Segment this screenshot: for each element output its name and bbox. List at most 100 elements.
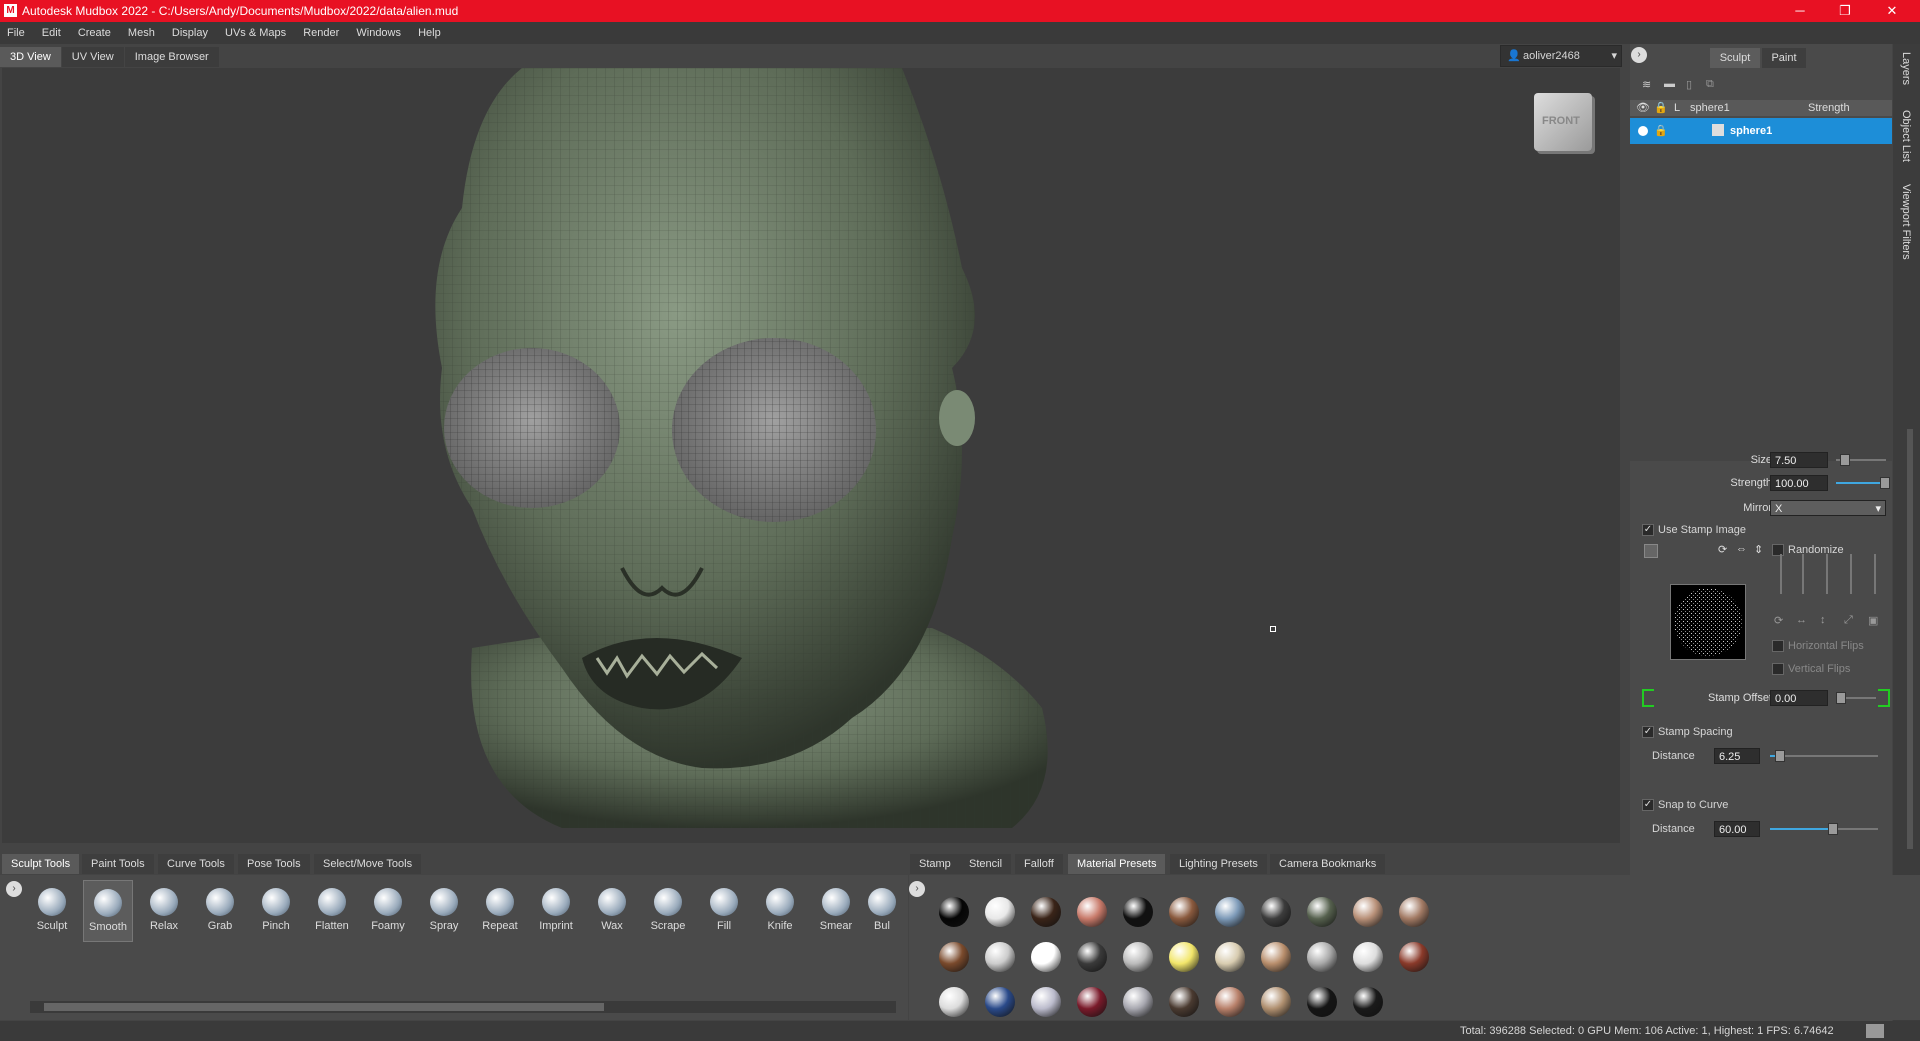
vertical-flips-checkbox[interactable] [1772,663,1784,675]
random-slider-1[interactable] [1780,554,1782,594]
layers-stack-icon[interactable]: ≋ [1642,78,1651,91]
material-swatch[interactable] [1307,942,1337,972]
tool-spray[interactable]: Spray [419,888,469,932]
menu-help[interactable]: Help [411,22,448,44]
strength-slider[interactable] [1836,482,1884,484]
status-toggle-icon[interactable] [1866,1024,1884,1038]
distance-slider-2-knob[interactable] [1828,823,1838,835]
side-tab-layers[interactable]: Layers [1900,52,1912,85]
flip-vertical-icon[interactable]: ⇕ [1754,543,1763,556]
material-swatch[interactable] [1307,987,1337,1017]
material-swatch[interactable] [1169,897,1199,927]
random-slider-4[interactable] [1850,554,1852,594]
tab-uv-view[interactable]: UV View [61,47,124,67]
viewport-3d[interactable]: FRONT [2,68,1620,843]
random-slider-2[interactable] [1802,554,1804,594]
collapse-panel-icon[interactable]: › [1631,47,1647,63]
tool-relax[interactable]: Relax [139,888,189,932]
tab-sculpt-tools[interactable]: Sculpt Tools [2,854,80,874]
tool-wax[interactable]: Wax [587,888,637,932]
flip-horizontal-icon[interactable]: ⇔ [1736,543,1747,555]
material-swatch[interactable] [1261,987,1291,1017]
expand-tray-icon[interactable]: › [6,881,22,897]
material-swatch[interactable] [1353,987,1383,1017]
tab-3d-view[interactable]: 3D View [0,47,61,67]
tab-sculpt[interactable]: Sculpt [1710,48,1760,68]
material-swatch[interactable] [1123,897,1153,927]
material-swatch[interactable] [1261,897,1291,927]
material-swatch[interactable] [1169,942,1199,972]
distance-slider-1-track[interactable] [1778,755,1878,757]
menu-edit[interactable]: Edit [35,22,68,44]
menu-display[interactable]: Display [165,22,215,44]
mirror-dropdown[interactable]: X ▾ [1770,500,1886,516]
close-button[interactable]: ✕ [1872,0,1912,22]
menu-uvs-maps[interactable]: UVs & Maps [218,22,293,44]
menu-mesh[interactable]: Mesh [121,22,162,44]
use-stamp-checkbox[interactable]: ✓ [1642,524,1654,536]
horizontal-flips-checkbox[interactable] [1772,640,1784,652]
lock-icon[interactable]: 🔒 [1654,100,1668,116]
folder-icon[interactable]: ▬ [1664,78,1675,90]
menu-file[interactable]: File [0,22,32,44]
strength-slider-knob[interactable] [1880,477,1890,489]
tab-paint[interactable]: Paint [1762,48,1806,68]
material-swatch[interactable] [939,987,969,1017]
material-swatch[interactable] [1261,942,1291,972]
delete-icon[interactable]: ▯ [1686,78,1692,91]
tab-curve-tools[interactable]: Curve Tools [158,854,234,874]
distance-field-1[interactable]: 6.25 [1714,748,1760,764]
lock-icon[interactable]: 🔒 [1654,118,1668,144]
side-tab-viewport-filters[interactable]: Viewport Filters [1900,184,1912,260]
snap-to-curve-checkbox[interactable]: ✓ [1642,799,1654,811]
material-swatch[interactable] [1215,942,1245,972]
menu-render[interactable]: Render [296,22,346,44]
material-swatch[interactable] [1169,987,1199,1017]
tools-scrollbar[interactable] [30,1001,896,1013]
rotate-icon[interactable]: ⟳ [1718,543,1727,556]
tool-repeat[interactable]: Repeat [475,888,525,932]
material-swatch[interactable] [1399,942,1429,972]
material-swatch[interactable] [1123,942,1153,972]
layer-row-sphere1[interactable]: 🔒 sphere1 [1630,118,1892,144]
tool-bulge[interactable]: Bul [862,888,902,932]
tool-knife[interactable]: Knife [755,888,805,932]
material-swatch[interactable] [1353,942,1383,972]
side-tab-object-list[interactable]: Object List [1900,110,1912,162]
random-slider-5[interactable] [1874,554,1876,594]
tool-foamy[interactable]: Foamy [363,888,413,932]
stamp-image-preview[interactable] [1670,584,1746,660]
view-cube[interactable]: FRONT [1534,93,1592,151]
stamp-spacing-checkbox[interactable]: ✓ [1642,726,1654,738]
tab-pose-tools[interactable]: Pose Tools [238,854,310,874]
distance-slider-1-knob[interactable] [1775,750,1785,762]
material-swatch[interactable] [939,897,969,927]
distance-field-2[interactable]: 60.00 [1714,821,1760,837]
tool-pinch[interactable]: Pinch [251,888,301,932]
tool-grab[interactable]: Grab [195,888,245,932]
expand-tray-icon[interactable]: › [909,881,925,897]
material-swatch[interactable] [1215,987,1245,1017]
size-slider-knob[interactable] [1840,454,1850,466]
random-slider-3[interactable] [1826,554,1828,594]
material-swatch[interactable] [985,987,1015,1017]
merge-icon[interactable]: ⧉ [1706,78,1714,91]
menu-create[interactable]: Create [71,22,118,44]
tab-lighting-presets[interactable]: Lighting Presets [1170,854,1267,874]
tool-smear[interactable]: Smear [811,888,861,932]
material-swatch[interactable] [939,942,969,972]
material-swatch[interactable] [1077,942,1107,972]
tab-stencil[interactable]: Stencil [960,854,1012,874]
tool-sculpt[interactable]: Sculpt [27,888,77,932]
tab-image-browser[interactable]: Image Browser [124,47,219,67]
minimize-button[interactable]: ─ [1780,0,1820,22]
tab-falloff[interactable]: Falloff [1015,854,1063,874]
tools-scrollbar-thumb[interactable] [44,1003,604,1011]
tool-imprint[interactable]: Imprint [531,888,581,932]
material-swatch[interactable] [1353,897,1383,927]
tab-material-presets[interactable]: Material Presets [1068,854,1166,874]
material-swatch[interactable] [1031,897,1061,927]
material-swatch[interactable] [1123,987,1153,1017]
visibility-dot-icon[interactable] [1638,126,1648,136]
tab-stamp[interactable]: Stamp [910,854,960,874]
